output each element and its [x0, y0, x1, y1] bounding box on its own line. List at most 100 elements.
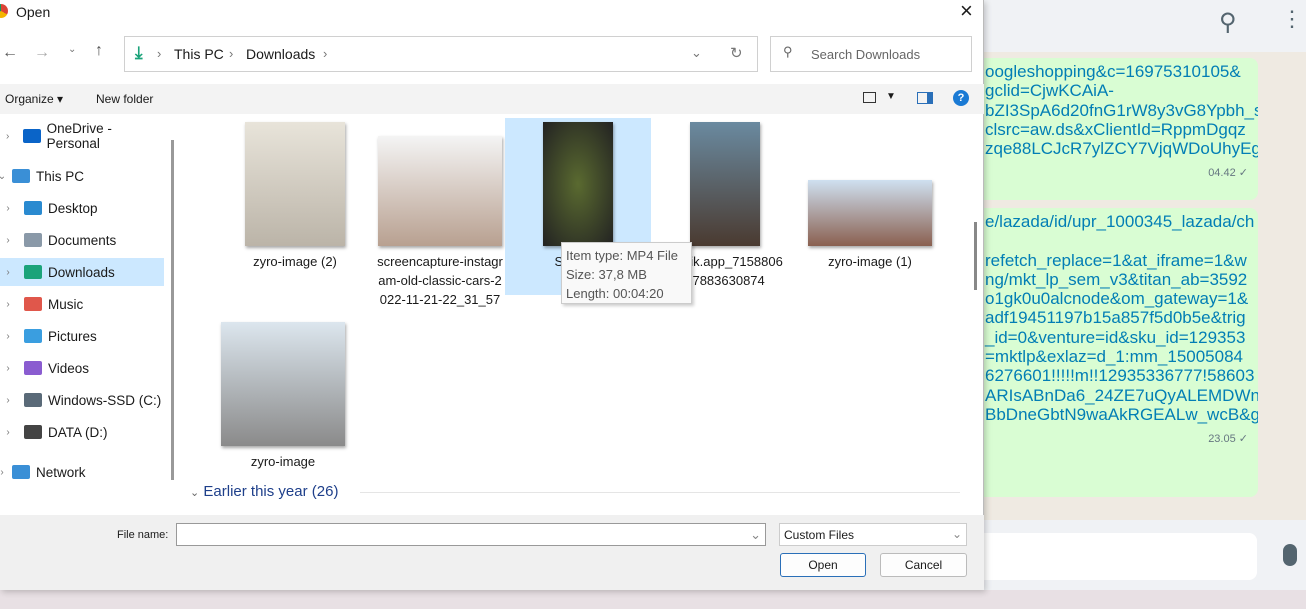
sidebar-item-label: Windows-SSD (C:) — [48, 392, 162, 408]
download-icon — [24, 265, 42, 279]
search-input[interactable]: Search Downloads — [811, 47, 920, 62]
chevron-right-icon[interactable]: › — [0, 267, 16, 278]
chevron-down-icon[interactable]: ▼ — [886, 91, 896, 102]
forward-icon[interactable]: → — [34, 44, 50, 62]
file-thumbnail — [690, 122, 760, 246]
message-line[interactable]: ARIsABnDa6_24ZE7uQyALEMDWn0 — [985, 386, 1258, 405]
recent-locations-icon[interactable]: ⌄ — [68, 44, 76, 55]
chevron-down-icon[interactable]: ⌄ — [691, 45, 702, 61]
close-icon[interactable]: × — [960, 0, 973, 24]
taskbar — [0, 590, 1306, 609]
chevron-down-icon: ⌄ — [190, 487, 200, 499]
cancel-button[interactable]: Cancel — [880, 553, 967, 577]
chevron-right-icon[interactable]: › — [0, 299, 16, 310]
dialog-title: Open — [16, 4, 51, 20]
refresh-icon[interactable]: ↻ — [730, 44, 743, 62]
address-bar[interactable]: ⤓ › This PC › Downloads › ⌄ ↻ — [124, 36, 758, 72]
message-line[interactable]: bZI3SpA6d20fnG1rW8y3vG8Ypbh_s — [985, 101, 1258, 120]
sidebar-item-label: DATA (D:) — [48, 424, 108, 440]
search-icon[interactable]: ⚲ — [1219, 8, 1237, 37]
chevron-down-icon[interactable]: ⌄ — [750, 527, 761, 543]
open-button[interactable]: Open — [780, 553, 866, 577]
chevron-right-icon[interactable]: › — [0, 395, 16, 406]
open-file-dialog: Open × ← → ⌄ ↑ ⤓ › This PC › Downloads ›… — [0, 0, 984, 590]
file-type-select[interactable]: Custom Files ⌄ — [779, 523, 967, 546]
message-line[interactable]: =mktlp&exlaz=d_1:mm_15005084 — [985, 347, 1248, 366]
drive-icon — [24, 393, 42, 407]
message-line[interactable]: BbDneGbtN9waAkRGEALw_wcB&gt — [985, 405, 1258, 424]
sidebar-item-downloads[interactable]: › Downloads — [0, 258, 164, 286]
file-item[interactable]: zyro-image — [210, 318, 356, 471]
divider — [360, 492, 960, 493]
sidebar-item-network[interactable]: › Network — [0, 458, 164, 486]
file-name: am-old-classic-cars-2 — [378, 273, 502, 288]
sidebar-item-music[interactable]: › Music — [0, 290, 164, 318]
desktop-icon — [24, 201, 42, 215]
documents-icon — [24, 233, 42, 247]
pc-icon — [12, 169, 30, 183]
message-line[interactable]: ng/mkt_lp_sem_v3&titan_ab=3592 — [985, 270, 1248, 289]
message-line[interactable]: _id=0&venture=id&sku_id=129353 — [985, 328, 1248, 347]
chevron-right-icon[interactable]: ⌄ — [0, 171, 10, 182]
message-line[interactable]: gclid=CjwKCAiA- — [985, 81, 1248, 100]
message-time: 04.42 ✓ — [1208, 167, 1248, 180]
view-options-icon[interactable] — [863, 92, 876, 103]
tooltip-length: Length: 00:04:20 — [566, 286, 664, 301]
file-item[interactable]: zyro-image (2) — [222, 118, 368, 271]
sidebar-item-videos[interactable]: › Videos — [0, 354, 164, 382]
organize-label: Organize — [5, 92, 54, 106]
sidebar-item-label: Network — [36, 464, 86, 480]
chevron-right-icon[interactable]: › — [0, 235, 16, 246]
breadcrumb-this-pc[interactable]: This PC — [174, 46, 224, 62]
message-line[interactable]: 6276601!!!!!m!!12935336777!58603 — [985, 366, 1254, 385]
file-thumbnail — [378, 136, 502, 246]
message-line[interactable]: oogleshopping&c=16975310105& — [985, 62, 1248, 81]
search-box[interactable]: ⚲ Search Downloads — [770, 36, 972, 72]
sidebar-scrollbar[interactable] — [171, 140, 174, 480]
chevron-right-icon[interactable]: › — [0, 467, 10, 478]
dialog-footer: File name: ⌄ Custom Files ⌄ Open Cancel — [0, 515, 984, 590]
message-line[interactable] — [985, 231, 1248, 250]
breadcrumb-downloads[interactable]: Downloads — [246, 46, 315, 62]
microphone-icon[interactable] — [1283, 544, 1297, 566]
file-name-input[interactable]: ⌄ — [176, 523, 766, 546]
sidebar-item-desktop[interactable]: › Desktop — [0, 194, 164, 222]
group-header-earlier-this-year[interactable]: ⌄ Earlier this year (26) — [190, 483, 338, 500]
content-scrollbar[interactable] — [974, 222, 977, 290]
sidebar-item-label: OneDrive - Personal — [46, 121, 112, 151]
sidebar-item-pictures[interactable]: › Pictures — [0, 322, 164, 350]
sidebar-item-data-d[interactable]: › DATA (D:) — [0, 418, 164, 446]
tooltip-type: Item type: MP4 File — [566, 248, 678, 263]
chevron-right-icon[interactable]: › — [0, 331, 16, 342]
chevron-right-icon[interactable]: › — [0, 131, 15, 142]
menu-icon[interactable]: ⋮ — [1281, 6, 1303, 32]
back-icon[interactable]: ← — [2, 44, 18, 62]
sidebar-item-label: Videos — [48, 360, 90, 376]
message-line[interactable]: o1gk0u0alcnode&om_gateway=1& — [985, 289, 1248, 308]
message-input[interactable] — [983, 533, 1257, 580]
file-item[interactable]: screencapture-instagr am-old-classic-cars… — [367, 118, 513, 309]
sidebar-item-windows-ssd-c[interactable]: › Windows-SSD (C:) — [0, 386, 164, 414]
chevron-right-icon[interactable]: › — [0, 427, 16, 438]
message-line[interactable]: clsrc=aw.ds&xClientId=RppmDgqz — [985, 120, 1248, 139]
sidebar-item-this-pc[interactable]: ⌄ This PC — [0, 162, 164, 190]
chevron-right-icon[interactable]: › — [0, 363, 16, 374]
message-line[interactable]: adf19451197b15a857f5d0b5e&trig — [985, 308, 1248, 327]
up-icon[interactable]: ↑ — [95, 42, 103, 60]
new-folder-button[interactable]: New folder — [96, 92, 153, 106]
message-line[interactable]: refetch_replace=1&at_iframe=1&w — [985, 251, 1248, 270]
organize-button[interactable]: Organize ▾ — [5, 92, 63, 106]
chevron-down-icon[interactable]: ⌄ — [952, 527, 962, 541]
message-line[interactable]: e/lazada/id/upr_1000345_lazada/ch — [985, 212, 1254, 231]
file-item[interactable]: zyro-image (1) — [797, 118, 943, 271]
file-list: zyro-image (2) screencapture-instagr am-ol… — [180, 118, 970, 512]
file-name: screencapture-instagr — [377, 254, 503, 269]
chevron-right-icon[interactable]: › — [0, 203, 16, 214]
navigation-pane: › OneDrive - Personal ⌄ This PC › Desktop › Doc… — [0, 118, 175, 512]
sidebar-item-documents[interactable]: › Documents — [0, 226, 164, 254]
preview-pane-icon[interactable] — [917, 92, 933, 104]
help-icon[interactable]: ? — [953, 90, 969, 106]
sidebar-item-onedrive-personal[interactable]: › OneDrive - Personal — [0, 121, 164, 151]
message-line[interactable]: zqe88LCJcR7ylZCY7VjqWDoUhyEgy — [985, 139, 1258, 158]
title-bar: Open × — [0, 0, 984, 24]
